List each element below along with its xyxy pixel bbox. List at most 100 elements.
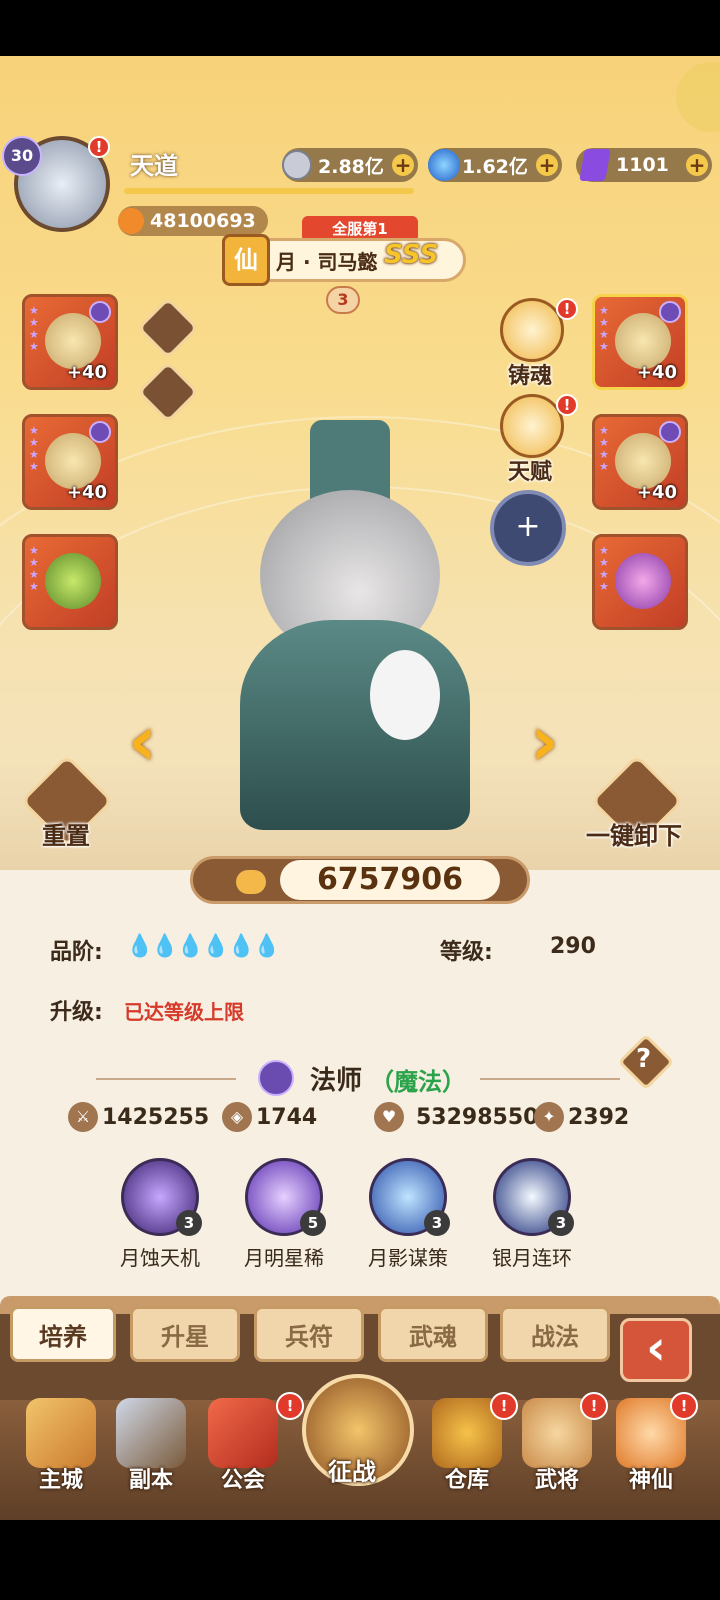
- nav-label: 神仙: [628, 1468, 673, 1493]
- hero-name: 月 · 司马懿: [276, 250, 378, 274]
- stat-health: ♥ 53298550: [374, 1102, 538, 1132]
- status-bar: [0, 0, 720, 56]
- rank-emblem-icon: [89, 421, 111, 443]
- exp-bar: [124, 188, 414, 194]
- skill-4[interactable]: 3 银月连环: [490, 1158, 574, 1271]
- heart-icon: ♥: [374, 1102, 404, 1132]
- equipment-icon: [615, 433, 671, 489]
- equip-level: +40: [636, 362, 677, 383]
- add-coin-button[interactable]: +: [392, 154, 414, 176]
- tab-cultivate[interactable]: 培养: [10, 1306, 116, 1362]
- divider: [96, 1078, 236, 1080]
- talent-icon[interactable]: [500, 394, 564, 458]
- swords-icon: [116, 1398, 186, 1468]
- equip-level: +40: [636, 482, 677, 503]
- paw-icon: [236, 870, 266, 894]
- star-icon: ★ ★ ★ ★: [599, 544, 609, 593]
- nav-label: 仓库: [444, 1468, 489, 1493]
- hero-grade: SSS: [384, 240, 439, 270]
- next-hero-arrow-icon[interactable]: ›: [530, 700, 559, 782]
- equip-slot-left-1[interactable]: ★ ★ ★ ★ +40: [22, 294, 118, 390]
- equipment-icon: [45, 433, 101, 489]
- equipment-icon: [615, 313, 671, 369]
- star-level-badge: 3: [326, 286, 360, 314]
- skill-name: 月蚀天机: [120, 1246, 200, 1270]
- feather-fan-icon: [370, 650, 440, 740]
- nav-main-city[interactable]: 主城: [18, 1398, 104, 1494]
- boot-icon: ✦: [534, 1102, 564, 1132]
- crystal-value: 1101: [616, 154, 669, 176]
- level-value: 290: [550, 934, 596, 959]
- quality-label: 品阶:: [50, 940, 103, 965]
- level-label: 等级:: [440, 940, 493, 965]
- talent-label: 天赋: [508, 460, 553, 485]
- flag-icon: [208, 1398, 278, 1468]
- paw-power: 48100693: [118, 206, 268, 236]
- stat-defense: ◈ 1744: [222, 1102, 317, 1132]
- equip-level: +40: [66, 362, 107, 383]
- equip-slot-right-3[interactable]: ★ ★ ★ ★: [592, 534, 688, 630]
- nav-label: 副本: [128, 1468, 173, 1493]
- tab-star-up[interactable]: 升星: [130, 1306, 240, 1362]
- forge-icon[interactable]: [500, 298, 564, 362]
- avatar-alert-icon: !: [88, 136, 110, 158]
- skill-name: 银月连环: [492, 1246, 572, 1270]
- paw-power-value: 48100693: [150, 210, 256, 232]
- collapse-arrow-icon[interactable]: ‹: [620, 1318, 692, 1382]
- nav-guild[interactable]: 公会: [200, 1398, 286, 1494]
- skill-1[interactable]: 3 月蚀天机: [118, 1158, 202, 1271]
- currency-crystal[interactable]: 1101 +: [576, 148, 712, 182]
- upgrade-label: 升级:: [50, 1000, 103, 1025]
- tab-tactics[interactable]: 战法: [500, 1306, 610, 1362]
- unequip-label: 一键卸下: [586, 822, 682, 850]
- skill-3[interactable]: 3 月影谋策: [366, 1158, 450, 1271]
- nav-label: 公会: [220, 1468, 265, 1493]
- nav-dungeon[interactable]: 副本: [108, 1398, 194, 1494]
- divider: [480, 1078, 620, 1080]
- star-icon: ★ ★ ★ ★: [599, 424, 609, 473]
- skill-level: 3: [176, 1210, 202, 1236]
- upgrade-status: 已达等级上限: [124, 1000, 244, 1024]
- tab-tally[interactable]: 兵符: [254, 1306, 364, 1362]
- forge-alert-icon: !: [556, 298, 578, 320]
- rank-emblem-icon: [659, 301, 681, 323]
- shield-icon: ◈: [222, 1102, 252, 1132]
- currency-orb[interactable]: 1.62亿 +: [428, 148, 562, 182]
- orb-value: 1.62亿: [462, 155, 528, 178]
- add-slot-button[interactable]: +: [490, 490, 566, 566]
- immortal-alert-icon: !: [670, 1392, 698, 1420]
- crystal-icon: [579, 149, 611, 181]
- hero-power: 6757906: [280, 860, 500, 900]
- tab-soul[interactable]: 武魂: [378, 1306, 488, 1362]
- add-crystal-button[interactable]: +: [686, 154, 708, 176]
- add-orb-button[interactable]: +: [536, 154, 558, 176]
- star-icon: ★ ★ ★ ★: [599, 304, 609, 353]
- rank-emblem-icon: [659, 421, 681, 443]
- class-type: （魔法）: [370, 1068, 466, 1096]
- stat-attack: ⚔ 1425255: [68, 1102, 209, 1132]
- player-level-badge: 30: [2, 136, 42, 176]
- prev-hero-arrow-icon[interactable]: ‹: [128, 700, 157, 782]
- skill-level: 3: [548, 1210, 574, 1236]
- orb-icon: [428, 149, 460, 181]
- sword-icon: ⚔: [68, 1102, 98, 1132]
- player-name: 天道: [130, 152, 178, 180]
- quality-drops-icon: 💧💧💧💧💧💧: [126, 934, 280, 959]
- equip-slot-right-1[interactable]: ★ ★ ★ ★ +40: [592, 294, 688, 390]
- castle-icon: [26, 1398, 96, 1468]
- attack-value: 1425255: [102, 1104, 210, 1130]
- defense-value: 1744: [256, 1104, 318, 1130]
- nav-label: 武将: [534, 1468, 579, 1493]
- currency-coin[interactable]: 2.88亿 +: [282, 148, 418, 182]
- equip-slot-right-2[interactable]: ★ ★ ★ ★ +40: [592, 414, 688, 510]
- mage-class-icon: [258, 1060, 294, 1096]
- rank-emblem-icon: [89, 301, 111, 323]
- class-name: 法师: [310, 1066, 363, 1096]
- skill-2[interactable]: 5 月明星稀: [242, 1158, 326, 1271]
- hero-character[interactable]: [220, 420, 490, 830]
- equipment-icon: [45, 313, 101, 369]
- equip-slot-left-3[interactable]: ★ ★ ★ ★: [22, 534, 118, 630]
- skill-level: 3: [424, 1210, 450, 1236]
- help-icon: ?: [636, 1044, 652, 1074]
- equip-slot-left-2[interactable]: ★ ★ ★ ★ +40: [22, 414, 118, 510]
